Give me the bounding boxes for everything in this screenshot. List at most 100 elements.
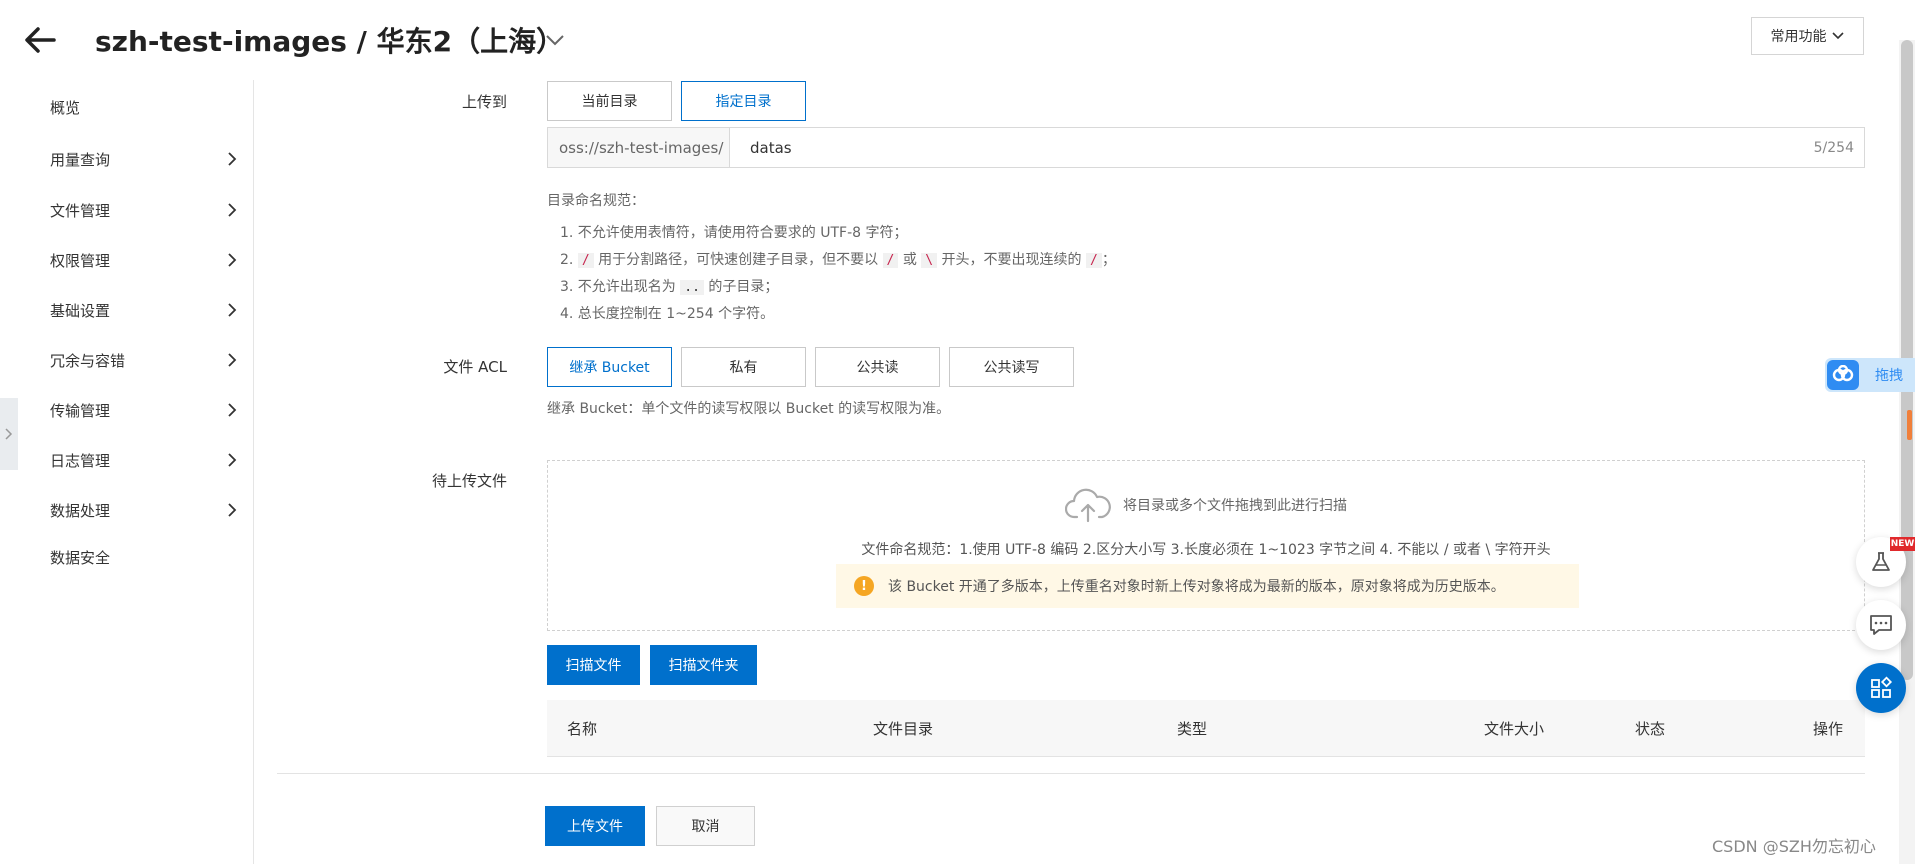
dotdot-token: .. — [680, 280, 704, 295]
sidebar-item-logs[interactable]: 日志管理 — [50, 440, 240, 480]
drop-hint-row: 将目录或多个文件拖拽到此进行扫描 — [548, 487, 1864, 523]
char-count: 5/254 — [1813, 139, 1854, 156]
flask-icon — [1872, 552, 1890, 571]
apps-button[interactable] — [1856, 663, 1906, 713]
sidebar-item-label: 概览 — [50, 98, 81, 117]
sidebar-item-label: 用量查询 — [50, 150, 111, 169]
sidebar: 概览 用量查询 文件管理 权限管理 基础设置 冗余与容错 传输管理 日志管理 数… — [0, 80, 254, 864]
backslash-token: \ — [921, 253, 938, 268]
common-functions-label: 常用功能 — [1770, 29, 1827, 45]
rule-text: 用于分割路径，可快速创建子目录，但不要以 — [593, 252, 883, 268]
column-header-status: 状态 — [1635, 720, 1666, 738]
table-header: 名称 文件目录 类型 文件大小 状态 操作 — [547, 700, 1865, 757]
chevron-right-icon — [228, 152, 237, 166]
directory-input[interactable] — [730, 128, 1814, 167]
dir-rule-4: 4. 总长度控制在 1~254 个字符。 — [560, 306, 775, 322]
sidebar-item-label: 权限管理 — [50, 251, 111, 270]
chevron-down-icon — [1831, 32, 1844, 40]
page-title: szh-test-images / 华东2（上海） — [95, 25, 565, 58]
common-functions-button[interactable]: 常用功能 — [1751, 17, 1864, 55]
acl-option-inherit[interactable]: 继承 Bucket — [547, 347, 672, 387]
sidebar-item-permissions[interactable]: 权限管理 — [50, 240, 240, 280]
sidebar-item-transfer[interactable]: 传输管理 — [50, 390, 240, 430]
chat-button[interactable] — [1856, 600, 1906, 650]
baidu-cloud-icon — [1827, 360, 1859, 390]
back-arrow-icon[interactable] — [20, 22, 60, 58]
column-header-name: 名称 — [567, 720, 598, 738]
option-current-dir[interactable]: 当前目录 — [547, 81, 672, 121]
page-scrollbar[interactable] — [1899, 40, 1915, 864]
sidebar-item-data-processing[interactable]: 数据处理 — [50, 490, 240, 530]
drop-hint-text: 将目录或多个文件拖拽到此进行扫描 — [1123, 498, 1347, 514]
acl-option-public-read-write[interactable]: 公共读写 — [949, 347, 1074, 387]
warning-text: 该 Bucket 开通了多版本，上传重名对象时新上传对象将成为最新的版本，原对象… — [888, 579, 1505, 595]
pending-files-label: 待上传文件 — [431, 472, 507, 490]
rule-text: 开头，不要出现连续的 — [937, 252, 1087, 268]
sidebar-item-overview[interactable]: 概览 — [50, 87, 240, 127]
upload-to-label: 上传到 — [461, 93, 507, 111]
slash-token: / — [1086, 253, 1102, 268]
sidebar-item-files[interactable]: 文件管理 — [50, 190, 240, 230]
chevron-right-icon — [228, 403, 237, 417]
option-specified-dir[interactable]: 指定目录 — [681, 81, 806, 121]
sidebar-item-data-security[interactable]: 数据安全 — [50, 537, 240, 577]
sidebar-item-usage[interactable]: 用量查询 — [50, 139, 240, 179]
sidebar-item-redundancy[interactable]: 冗余与容错 — [50, 340, 240, 380]
file-dropzone[interactable]: 将目录或多个文件拖拽到此进行扫描 文件命名规范：1.使用 UTF-8 编码 2.… — [547, 460, 1865, 631]
upload-files-button[interactable]: 上传文件 — [545, 806, 645, 846]
sidebar-item-label: 基础设置 — [50, 301, 111, 320]
cloud-upload-icon — [1065, 488, 1111, 523]
new-badge: NEW — [1890, 537, 1915, 551]
acl-option-private[interactable]: 私有 — [681, 347, 806, 387]
slash-token: / — [882, 253, 899, 268]
column-header-type: 类型 — [1177, 720, 1208, 738]
path-prefix: oss://szh-test-images/ — [548, 128, 730, 167]
sidebar-item-label: 数据处理 — [50, 501, 111, 520]
dir-rule-1: 1. 不允许使用表情符，请使用符合要求的 UTF-8 字符； — [560, 225, 908, 241]
column-header-directory: 文件目录 — [873, 720, 934, 738]
baidu-drag-label: 拖拽 — [1875, 368, 1903, 384]
file-name-rule: 文件命名规范：1.使用 UTF-8 编码 2.区分大小写 3.长度必须在 1~1… — [861, 542, 1551, 558]
rule-text: 2. — [560, 252, 578, 268]
dir-rule-3: 3. 不允许出现名为 .. 的子目录； — [560, 274, 1116, 301]
sidebar-item-label: 数据安全 — [50, 548, 111, 567]
chevron-right-icon — [5, 428, 13, 440]
acl-option-public-read[interactable]: 公共读 — [815, 347, 940, 387]
cancel-button[interactable]: 取消 — [656, 806, 755, 846]
sidebar-collapse-toggle[interactable] — [0, 398, 18, 470]
acl-label: 文件 ACL — [443, 358, 507, 376]
scan-files-button[interactable]: 扫描文件 — [547, 645, 640, 685]
sidebar-item-label: 冗余与容错 — [50, 351, 126, 370]
rule-text: 或 — [898, 252, 922, 268]
path-input-group: oss://szh-test-images/ 5/254 — [547, 127, 1865, 168]
sidebar-item-basic-settings[interactable]: 基础设置 — [50, 290, 240, 330]
dir-rules: 目录命名规范： 1. 不允许使用表情符，请使用符合要求的 UTF-8 字符； 2… — [547, 190, 1116, 328]
sidebar-item-label: 日志管理 — [50, 451, 111, 470]
chevron-right-icon — [228, 353, 237, 367]
warning-icon: ! — [854, 576, 874, 596]
chevron-right-icon — [228, 203, 237, 217]
baidu-netdisk-drag-tag[interactable]: 拖拽 — [1825, 358, 1915, 392]
csdn-watermark: CSDN @SZH勿忘初心 — [1712, 837, 1876, 856]
sidebar-item-label: 文件管理 — [50, 201, 111, 220]
rule-text: 的子目录； — [703, 279, 779, 295]
chat-bubble-icon — [1870, 615, 1892, 635]
chevron-right-icon — [228, 253, 237, 267]
dir-rule-2: 2. / 用于分割路径，可快速创建子目录，但不要以 / 或 \ 开头，不要出现连… — [560, 247, 1116, 274]
scroll-indicator — [1907, 410, 1912, 440]
dir-rules-title: 目录命名规范： — [547, 193, 645, 209]
chevron-right-icon — [228, 453, 237, 467]
chevron-down-icon[interactable] — [543, 28, 567, 52]
slash-token: / — [577, 253, 594, 268]
rule-text: ； — [1101, 252, 1116, 268]
apps-grid-icon — [1871, 676, 1893, 698]
column-header-size: 文件大小 — [1484, 720, 1545, 738]
column-header-actions: 操作 — [1813, 720, 1844, 738]
chevron-right-icon — [228, 503, 237, 517]
scan-folder-button[interactable]: 扫描文件夹 — [650, 645, 757, 685]
rule-text: 3. 不允许出现名为 — [560, 279, 681, 295]
sidebar-item-label: 传输管理 — [50, 401, 111, 420]
versioning-warning: ! 该 Bucket 开通了多版本，上传重名对象时新上传对象将成为最新的版本，原… — [836, 564, 1579, 608]
acl-note: 继承 Bucket：单个文件的读写权限以 Bucket 的读写权限为准。 — [547, 401, 951, 417]
page-header: szh-test-images / 华东2（上海） 常用功能 — [0, 0, 1915, 80]
